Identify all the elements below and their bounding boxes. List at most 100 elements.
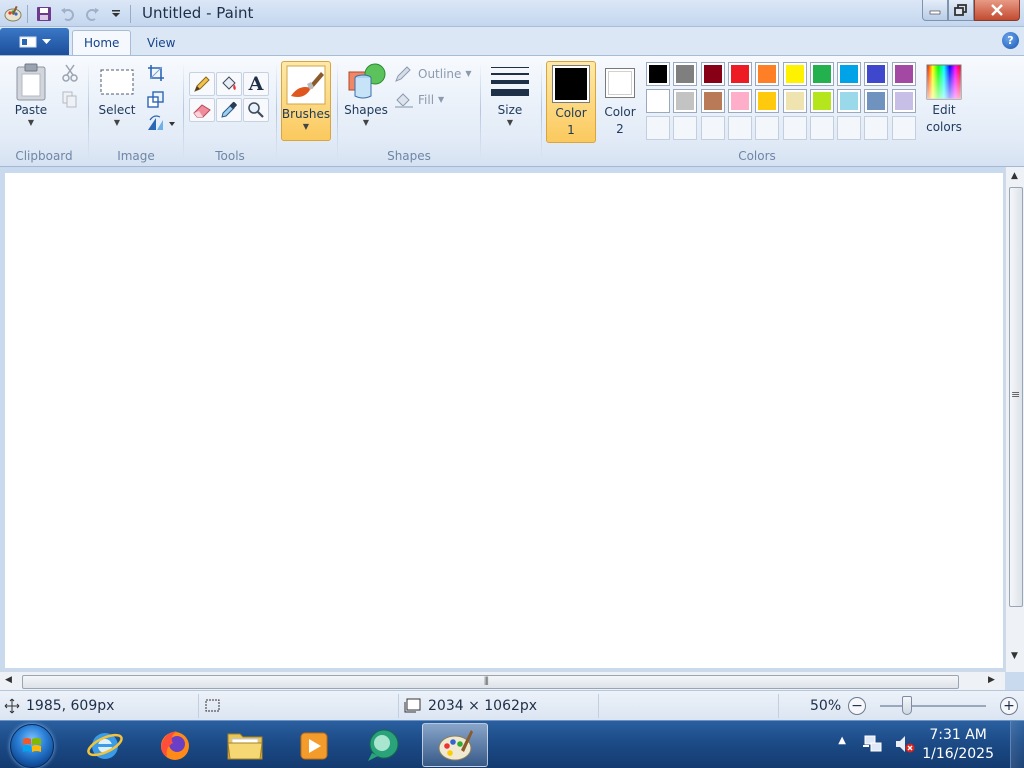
minimize-button[interactable] <box>922 0 948 21</box>
pencil-button[interactable] <box>189 72 215 96</box>
paint-app-icon[interactable] <box>2 3 24 25</box>
color-swatch[interactable] <box>892 89 916 113</box>
firefox-icon <box>161 731 189 760</box>
color-swatch-fill <box>704 92 722 110</box>
taskbar-media-player[interactable] <box>282 723 344 767</box>
color-swatch[interactable] <box>673 89 697 113</box>
color-swatch[interactable] <box>810 62 834 86</box>
custom-color-slot[interactable] <box>646 116 670 140</box>
outline-button[interactable]: Outline ▼ <box>394 64 472 84</box>
paste-button[interactable]: Paste ▼ <box>8 62 54 127</box>
drawing-canvas[interactable] <box>5 173 1003 668</box>
custom-color-slot[interactable] <box>673 116 697 140</box>
color-swatch-fill <box>676 92 694 110</box>
color1-button[interactable]: Color 1 <box>546 61 596 143</box>
copy-button[interactable] <box>58 89 82 111</box>
shapes-button[interactable]: Shapes ▼ <box>342 62 390 127</box>
scroll-down-icon[interactable]: ▼ <box>1011 651 1018 661</box>
color-swatch[interactable] <box>864 62 888 86</box>
custom-color-slot[interactable] <box>701 116 725 140</box>
horizontal-scrollbar[interactable]: ◀ ⦀ ▶ <box>0 671 1005 690</box>
custom-color-slot[interactable] <box>837 116 861 140</box>
paint-palette-icon <box>438 730 473 761</box>
brushes-button[interactable]: Brushes ▼ <box>281 61 331 141</box>
magnifier-button[interactable] <box>243 98 269 122</box>
chevron-down-icon: ▼ <box>302 122 310 131</box>
color-swatch[interactable] <box>728 89 752 113</box>
save-icon[interactable] <box>33 3 55 25</box>
color-swatch[interactable] <box>864 89 888 113</box>
status-separator <box>598 694 599 718</box>
taskbar-messenger[interactable] <box>352 723 414 767</box>
undo-icon[interactable] <box>57 3 79 25</box>
color-swatch[interactable] <box>755 62 779 86</box>
network-icon[interactable] <box>862 733 884 758</box>
color-swatch[interactable] <box>701 62 725 86</box>
taskbar-internet-explorer[interactable] <box>74 723 136 767</box>
color-swatch[interactable] <box>837 89 861 113</box>
color-swatch[interactable] <box>783 89 807 113</box>
rotate-button[interactable] <box>144 112 178 134</box>
volume-muted-icon[interactable] <box>894 733 916 758</box>
scroll-up-icon[interactable]: ▲ <box>1011 171 1018 181</box>
taskbar: ▲ 7:31 AM 1/16/2025 <box>0 720 1024 768</box>
cursor-crosshair-icon <box>4 698 20 714</box>
color-swatch[interactable] <box>755 89 779 113</box>
show-desktop-button[interactable] <box>1010 721 1024 768</box>
eraser-button[interactable] <box>189 98 215 122</box>
edit-colors-button[interactable]: Edit colors <box>920 62 968 136</box>
color-swatch[interactable] <box>701 89 725 113</box>
resize-button[interactable] <box>144 88 168 110</box>
vertical-scrollbar[interactable]: ▲ ≡ ▼ <box>1005 167 1024 672</box>
color1-swatch <box>552 65 590 103</box>
windows-logo-icon <box>23 738 41 752</box>
redo-icon[interactable] <box>81 3 103 25</box>
color-swatch[interactable] <box>810 89 834 113</box>
clock[interactable]: 7:31 AM 1/16/2025 <box>922 726 994 764</box>
custom-color-slot[interactable] <box>892 116 916 140</box>
maximize-button[interactable] <box>948 0 974 21</box>
fill-button[interactable]: Fill ▼ <box>394 90 444 110</box>
crop-button[interactable] <box>144 62 168 84</box>
horizontal-scroll-thumb[interactable]: ⦀ <box>22 675 959 689</box>
close-button[interactable] <box>974 0 1020 21</box>
color-swatch[interactable] <box>646 89 670 113</box>
color-swatch[interactable] <box>646 62 670 86</box>
taskbar-file-explorer[interactable] <box>214 723 276 767</box>
color-swatch[interactable] <box>892 62 916 86</box>
paint-menu-button[interactable] <box>0 28 69 55</box>
help-button[interactable]: ? <box>1002 32 1019 49</box>
color-swatch[interactable] <box>728 62 752 86</box>
text-tool-button[interactable]: A <box>243 72 269 96</box>
color-picker-button[interactable] <box>216 98 242 122</box>
show-hidden-icons-chevron-up-icon[interactable]: ▲ <box>838 735 846 746</box>
color-swatch[interactable] <box>783 62 807 86</box>
zoom-slider-track[interactable] <box>880 705 986 707</box>
fill-bucket-button[interactable] <box>216 72 242 96</box>
tab-view[interactable]: View <box>136 30 186 55</box>
custom-color-slot[interactable] <box>864 116 888 140</box>
color-swatch-fill <box>731 65 749 83</box>
custom-color-slot[interactable] <box>728 116 752 140</box>
zoom-out-button[interactable]: − <box>848 697 866 715</box>
customize-qat-chevron-down-icon[interactable] <box>105 3 127 25</box>
color2-button[interactable]: Color 2 <box>598 64 642 138</box>
taskbar-paint[interactable] <box>422 723 488 767</box>
start-button[interactable] <box>10 724 54 768</box>
color-swatch[interactable] <box>673 62 697 86</box>
scroll-right-icon[interactable]: ▶ <box>988 675 995 685</box>
tab-home[interactable]: Home <box>72 30 132 55</box>
color-swatch[interactable] <box>837 62 861 86</box>
zoom-slider-thumb[interactable] <box>902 696 912 715</box>
color1-number: 1 <box>567 123 575 137</box>
custom-color-slot[interactable] <box>755 116 779 140</box>
size-button[interactable]: Size ▼ <box>487 62 533 127</box>
taskbar-firefox[interactable] <box>144 723 206 767</box>
zoom-in-button[interactable]: + <box>1000 697 1018 715</box>
custom-color-slot[interactable] <box>783 116 807 140</box>
scroll-left-icon[interactable]: ◀ <box>5 675 12 685</box>
custom-color-slot[interactable] <box>810 116 834 140</box>
select-button[interactable]: Select ▼ <box>95 62 139 127</box>
vertical-scroll-thumb[interactable]: ≡ <box>1009 187 1023 607</box>
cut-button[interactable] <box>58 62 82 84</box>
